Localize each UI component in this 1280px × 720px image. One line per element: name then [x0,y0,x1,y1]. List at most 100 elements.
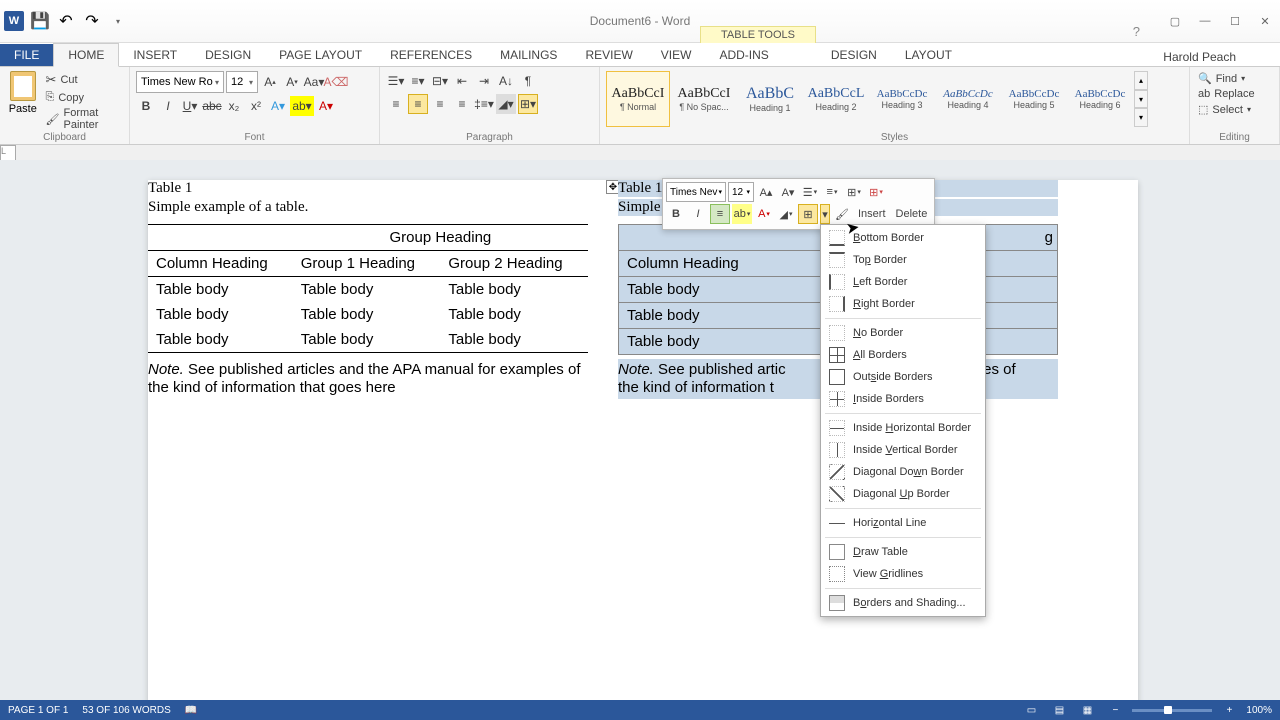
minimize-icon[interactable]: — [1190,10,1220,32]
maximize-icon[interactable]: ☐ [1220,10,1250,32]
mini-delete-label[interactable]: Delete [892,208,932,220]
tab-home[interactable]: HOME [53,43,119,67]
table-note-left[interactable]: Note. See published articles and the APA… [148,361,588,397]
style-heading5[interactable]: AaBbCcDcHeading 5 [1002,71,1066,127]
shrink-font-icon[interactable]: A▾ [282,72,302,92]
mini-borders-button[interactable]: ⊞ [798,204,818,224]
copy-button[interactable]: ⎘Copy [44,90,123,105]
zoom-out-icon[interactable]: − [1104,702,1126,718]
page-indicator[interactable]: PAGE 1 OF 1 [8,705,68,716]
mini-highlight-icon[interactable]: ab [732,204,752,224]
font-name-combo[interactable]: Times New Ro [136,71,224,93]
menu-inside-vertical[interactable]: Inside Vertical Border [821,439,985,461]
mini-borders-dropdown[interactable]: ▾ [820,204,830,224]
spellcheck-icon[interactable]: 📖 [185,705,197,716]
mini-insert-label[interactable]: Insert [854,208,890,220]
tab-references[interactable]: REFERENCES [376,44,486,66]
undo-icon[interactable]: ↶ [54,9,78,33]
tab-review[interactable]: REVIEW [571,44,646,66]
menu-view-gridlines[interactable]: View Gridlines [821,563,985,585]
mini-italic-icon[interactable]: I [688,204,708,224]
cut-button[interactable]: ✂Cut [44,71,123,89]
menu-horizontal-line[interactable]: Horizontal Line [821,512,985,534]
change-case-icon[interactable]: Aa▾ [304,72,324,92]
underline-icon[interactable]: U▾ [180,96,200,116]
mini-delete-table-icon[interactable]: ⊞ [866,182,886,202]
word-app-icon[interactable]: W [2,9,26,33]
mini-grow-font-icon[interactable]: A▴ [756,182,776,202]
style-heading1[interactable]: AaBbCHeading 1 [738,71,802,127]
style-heading3[interactable]: AaBbCcDcHeading 3 [870,71,934,127]
sort-icon[interactable]: A↓ [496,71,516,91]
increase-indent-icon[interactable]: ⇥ [474,71,494,91]
mini-font-combo[interactable]: Times Nev▾ [666,182,726,202]
ribbon-display-icon[interactable]: ▢ [1160,10,1190,32]
zoom-level[interactable]: 100% [1246,705,1272,716]
font-size-combo[interactable]: 12 [226,71,258,93]
tab-addins[interactable]: ADD-INS [705,44,782,66]
show-marks-icon[interactable]: ¶ [518,71,538,91]
highlight-icon[interactable]: ab▾ [290,96,314,116]
decrease-indent-icon[interactable]: ⇤ [452,71,472,91]
qat-customize-icon[interactable] [106,9,130,33]
style-heading2[interactable]: AaBbCcLHeading 2 [804,71,868,127]
superscript-icon[interactable]: x² [246,96,266,116]
page[interactable]: Table 1 Simple example of a table. Group… [148,180,1138,702]
multilevel-icon[interactable]: ⊟▾ [430,71,450,91]
tab-insert[interactable]: INSERT [119,44,191,66]
line-spacing-icon[interactable]: ‡≡▾ [474,94,494,114]
mini-bullets-icon[interactable]: ☰ [800,182,820,202]
tab-view[interactable]: VIEW [647,44,706,66]
menu-inside-horizontal[interactable]: Inside Horizontal Border [821,417,985,439]
tab-table-design[interactable]: DESIGN [817,44,891,66]
borders-icon[interactable]: ⊞▾ [518,94,538,114]
table-caption-left[interactable]: Simple example of a table. [148,199,588,216]
redo-icon[interactable]: ↷ [80,9,104,33]
styles-scroll-down[interactable]: ▾ [1134,90,1148,109]
strikethrough-icon[interactable]: abc [202,96,222,116]
justify-icon[interactable]: ≡ [452,94,472,114]
shading-icon[interactable]: ◢▾ [496,94,516,114]
menu-no-border[interactable]: No Border [821,322,985,344]
print-layout-icon[interactable]: ▤ [1048,702,1070,718]
mini-align-icon[interactable]: ≡ [710,204,730,224]
style-heading4[interactable]: AaBbCcDcHeading 4 [936,71,1000,127]
close-icon[interactable]: ✕ [1250,10,1280,32]
tab-mailings[interactable]: MAILINGS [486,44,571,66]
font-color-icon[interactable]: A▾ [316,96,336,116]
clear-formatting-icon[interactable]: A⌫ [326,72,346,92]
menu-borders-shading[interactable]: Borders and Shading... [821,592,985,614]
tab-table-layout[interactable]: LAYOUT [891,44,966,66]
menu-right-border[interactable]: Right Border [821,293,985,315]
grow-font-icon[interactable]: A▴ [260,72,280,92]
word-count[interactable]: 53 OF 106 WORDS [82,705,170,716]
mini-size-combo[interactable]: 12▾ [728,182,754,202]
style-heading6[interactable]: AaBbCcDcHeading 6 [1068,71,1132,127]
align-left-icon[interactable]: ≡ [386,94,406,114]
menu-inside-borders[interactable]: Inside Borders [821,388,985,410]
italic-icon[interactable]: I [158,96,178,116]
menu-all-borders[interactable]: All Borders [821,344,985,366]
bold-icon[interactable]: B [136,96,156,116]
tab-page-layout[interactable]: PAGE LAYOUT [265,44,376,66]
web-layout-icon[interactable]: ▦ [1076,702,1098,718]
mini-shading-icon[interactable]: ◢ [776,204,796,224]
select-button[interactable]: ⬚Select▾ [1196,102,1273,117]
mini-bold-icon[interactable]: B [666,204,686,224]
style-normal[interactable]: AaBbCcI¶ Normal [606,71,670,127]
help-icon[interactable]: ? [1133,24,1140,39]
menu-draw-table[interactable]: Draw Table [821,541,985,563]
mini-insert-table-icon[interactable]: ⊞ [844,182,864,202]
numbering-icon[interactable]: ≡▾ [408,71,428,91]
styles-expand[interactable]: ▾ [1134,108,1148,127]
format-painter-button[interactable]: 🖌Format Painter [44,106,123,132]
table-title-left[interactable]: Table 1 [148,180,588,197]
tab-design[interactable]: DESIGN [191,44,265,66]
menu-diagonal-up[interactable]: Diagonal Up Border [821,483,985,505]
subscript-icon[interactable]: x₂ [224,96,244,116]
apa-table-left[interactable]: Group Heading Column HeadingGroup 1 Head… [148,224,588,353]
tab-selector[interactable]: L [0,145,16,161]
tab-file[interactable]: FILE [0,44,53,66]
menu-top-border[interactable]: Top Border [821,249,985,271]
menu-diagonal-down[interactable]: Diagonal Down Border [821,461,985,483]
